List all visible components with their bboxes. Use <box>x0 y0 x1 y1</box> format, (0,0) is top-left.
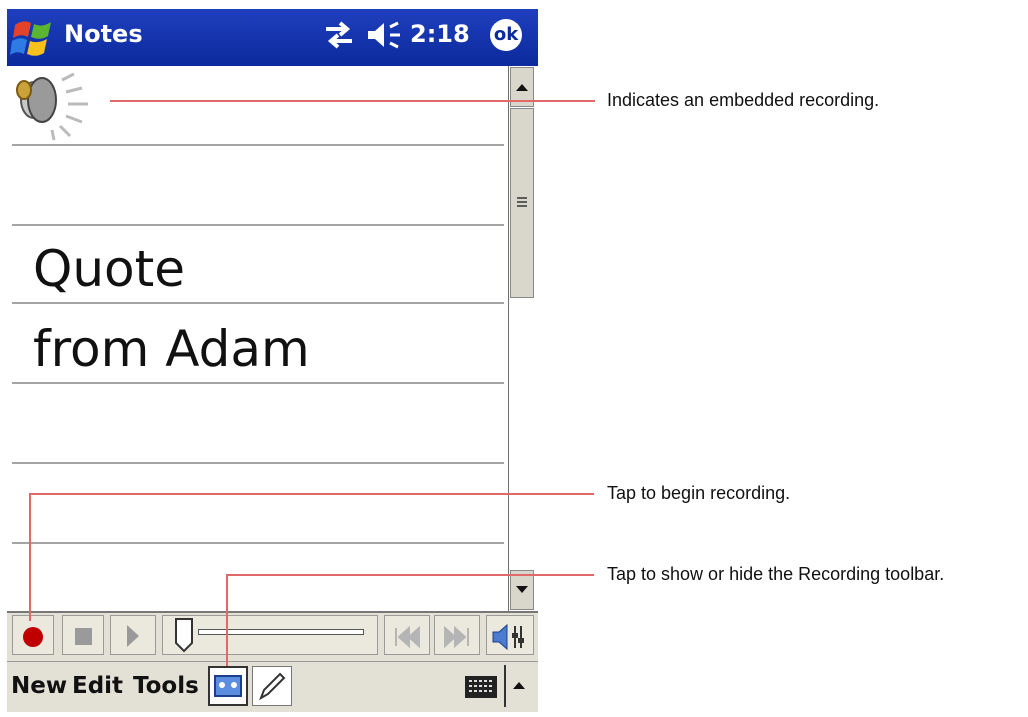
play-icon <box>127 625 139 647</box>
record-button[interactable] <box>12 615 54 655</box>
slider-thumb[interactable] <box>174 617 196 658</box>
callout-line-embedded <box>110 100 595 102</box>
speaker-icon[interactable] <box>12 70 94 147</box>
scroll-down-button[interactable] <box>510 570 534 610</box>
callout-embedded-recording: Indicates an embedded recording. <box>607 90 880 110</box>
note-rule <box>12 144 504 146</box>
pen-icon <box>259 672 286 701</box>
pen-button[interactable] <box>252 666 292 706</box>
skip-forward-button[interactable] <box>434 615 480 655</box>
note-rule <box>12 542 504 544</box>
callout-line-toolbar-vertical <box>226 574 228 666</box>
note-rule <box>12 224 504 226</box>
record-icon <box>23 627 43 647</box>
callout-line-record <box>29 493 594 495</box>
skip-back-icon <box>395 625 420 649</box>
play-button[interactable] <box>110 615 156 655</box>
menu-new[interactable]: New <box>11 673 67 699</box>
arrow-down-icon <box>516 586 528 593</box>
callout-line-toolbar <box>226 574 594 576</box>
menu-tools[interactable]: Tools <box>133 673 199 699</box>
scroll-thumb[interactable] <box>510 108 534 298</box>
callout-line-record-vertical <box>29 493 31 621</box>
slider-track <box>198 629 364 635</box>
skip-back-button[interactable] <box>384 615 430 655</box>
menu-divider <box>504 665 506 707</box>
skip-forward-icon <box>444 625 469 649</box>
keyboard-icon <box>465 676 497 698</box>
note-rule <box>12 302 504 304</box>
connectivity-icon[interactable] <box>322 21 356 54</box>
note-line-2[interactable]: from Adam <box>33 320 310 378</box>
note-rule <box>12 382 504 384</box>
callout-begin-recording: Tap to begin recording. <box>607 483 791 503</box>
callout-toggle-toolbar: Tap to show or hide the Recording toolba… <box>607 564 945 584</box>
input-options-button[interactable] <box>510 678 528 697</box>
volume-icon[interactable] <box>366 21 404 54</box>
cassette-icon <box>214 675 242 697</box>
volume-control-button[interactable] <box>486 615 534 655</box>
note-rule <box>12 462 504 464</box>
speaker-volume-icon <box>492 623 524 651</box>
ok-button[interactable]: ok <box>490 19 522 51</box>
grip-icon <box>517 197 527 207</box>
stop-icon <box>75 628 92 645</box>
stop-button[interactable] <box>62 615 104 655</box>
app-title: Notes <box>64 20 143 48</box>
windows-flag-icon <box>10 21 51 56</box>
caret-up-icon <box>513 682 525 689</box>
clock[interactable]: 2:18 <box>410 20 470 48</box>
note-line-1[interactable]: Quote <box>33 240 185 298</box>
recording-toolbar-toggle-button[interactable] <box>208 666 248 706</box>
input-panel-button[interactable] <box>463 672 499 707</box>
start-menu-button[interactable] <box>9 13 61 63</box>
menu-edit[interactable]: Edit <box>72 673 123 699</box>
